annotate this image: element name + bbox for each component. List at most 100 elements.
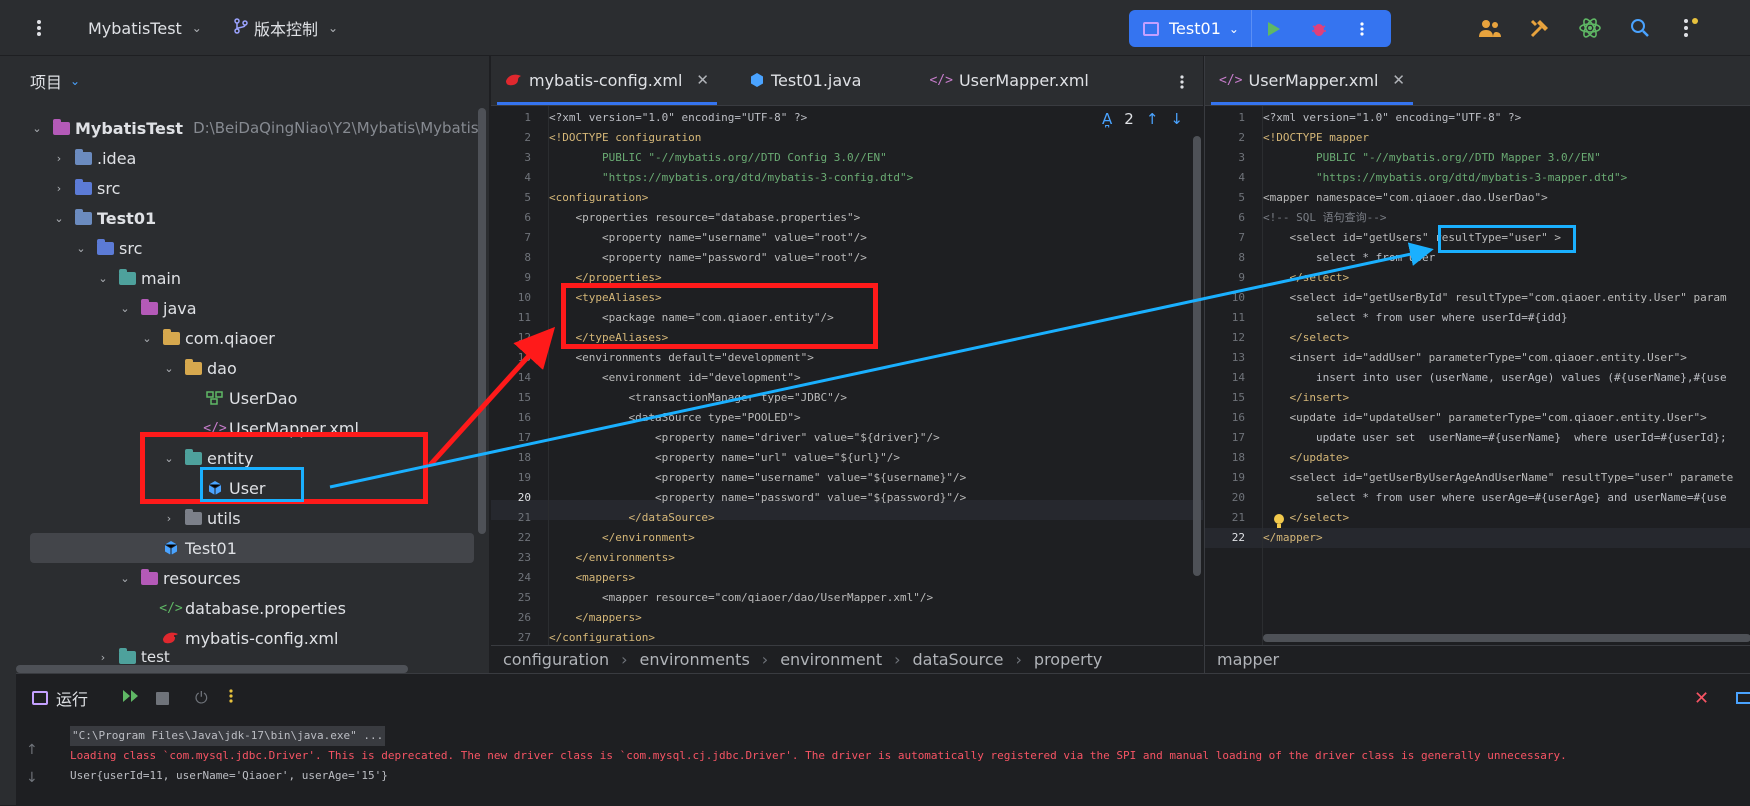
close-icon[interactable]: ✕	[1392, 71, 1405, 89]
line-number: 16	[1231, 411, 1245, 424]
tree-item-label: MybatisTest	[75, 118, 184, 138]
debug-button[interactable]	[1297, 10, 1342, 47]
plug-icon[interactable]: ⏻	[195, 688, 208, 708]
project-view-selector[interactable]: 项目 ⌄	[30, 66, 80, 96]
line-number: 2	[524, 131, 531, 144]
tab-mybatis-config[interactable]: mybatis-config.xml ✕	[491, 55, 723, 105]
code-line: <!DOCTYPE mapper	[1263, 131, 1369, 144]
tree-item-src[interactable]: › src	[52, 173, 120, 203]
line-number: 24	[517, 571, 531, 584]
code-line: </dataSource>	[549, 511, 715, 524]
tree-item-idea[interactable]: › .idea	[52, 143, 136, 173]
breadcrumb-item[interactable]: configuration	[503, 650, 609, 669]
tree-item-label: dao	[207, 358, 237, 378]
arrow-up-icon[interactable]: ↑	[1146, 110, 1159, 128]
rerun-icon[interactable]	[122, 689, 140, 707]
editor-right[interactable]: 1 2 3 4 5 6 7 8 9 10 11 12 13 14 15 16 1…	[1204, 106, 1750, 645]
main-menu-icon[interactable]	[34, 0, 44, 56]
class-icon	[162, 539, 180, 557]
breadcrumb-item[interactable]: mapper	[1217, 650, 1279, 669]
tree-item-main[interactable]: ⌄ main	[96, 263, 181, 293]
arrow-down-icon[interactable]: ↓	[1170, 110, 1183, 128]
chevron-down-icon: ⌄	[142, 331, 152, 345]
breadcrumb-item[interactable]: environments	[640, 650, 750, 669]
interface-icon	[206, 389, 224, 407]
chevron-right-icon: ›	[761, 650, 769, 669]
annotation-box-user	[200, 467, 304, 502]
tools-icon[interactable]	[1526, 14, 1554, 42]
properties-file-icon: </>	[159, 600, 183, 616]
stop-icon[interactable]	[156, 691, 170, 705]
tab-usermapper-xml[interactable]: </> UserMapper.xml	[915, 55, 1102, 105]
line-number: 9	[524, 271, 531, 284]
chevron-right-icon: ›	[1015, 650, 1022, 669]
breadcrumb-item[interactable]: property	[1034, 650, 1103, 669]
module-icon	[74, 208, 92, 227]
tab-test01-java[interactable]: Test01.java	[735, 55, 875, 105]
project-switcher[interactable]: MybatisTest ⌄	[88, 0, 202, 56]
atom-icon[interactable]	[1576, 14, 1604, 42]
editor-tabs-right: </> UserMapper.xml ✕	[1204, 56, 1750, 106]
tool-window-stripe	[0, 56, 16, 805]
tree-item-java[interactable]: ⌄ java	[118, 293, 197, 323]
code-area[interactable]: <?xml version="1.0" encoding="UTF-8" ?> …	[1263, 108, 1750, 645]
breadcrumb-item[interactable]: dataSource	[913, 650, 1004, 669]
horizontal-scrollbar[interactable]	[1263, 634, 1750, 642]
run-toolbar: 运行 ⏻ ✕	[16, 674, 1750, 722]
line-number: 2	[1238, 131, 1245, 144]
close-icon[interactable]: ✕	[696, 71, 709, 89]
line-number: 22	[517, 531, 531, 544]
tree-item-package-utils[interactable]: › utils	[162, 503, 241, 533]
more-vertical-icon[interactable]	[228, 688, 234, 708]
line-number: 14	[1231, 371, 1245, 384]
chevron-down-icon: ⌄	[70, 74, 81, 88]
close-icon[interactable]: ✕	[1694, 688, 1709, 709]
tree-item-database-properties[interactable]: </> database.properties	[159, 593, 346, 623]
branch-icon	[234, 18, 248, 38]
tab-usermapper-xml[interactable]: </> UserMapper.xml ✕	[1205, 55, 1419, 105]
line-number: 27	[517, 631, 531, 644]
run-more-button[interactable]	[1342, 10, 1382, 47]
more-vertical-icon[interactable]	[1179, 74, 1185, 94]
tree-item-resources[interactable]: ⌄ resources	[118, 563, 241, 593]
tree-item-test01-module[interactable]: ⌄ Test01	[52, 203, 156, 233]
line-number: 4	[1238, 171, 1245, 184]
breadcrumb-item[interactable]: environment	[780, 650, 882, 669]
console-output[interactable]: "C:\Program Files\Java\jdk-17\bin\java.e…	[16, 722, 1750, 806]
vertical-scrollbar[interactable]	[1193, 136, 1201, 576]
code-line: <?xml version="1.0" encoding="UTF-8" ?>	[1263, 111, 1522, 124]
line-number: 14	[517, 371, 531, 384]
line-number: 9	[1238, 271, 1245, 284]
tree-item-test01-class[interactable]: Test01	[162, 533, 237, 563]
tree-item-project-root[interactable]: ⌄ MybatisTest D:\BeiDaQingNiao\Y2\Mybati…	[30, 113, 479, 143]
lightbulb-icon[interactable]	[1271, 512, 1287, 534]
run-config-selector[interactable]: Test01 ⌄	[1129, 10, 1252, 47]
source-folder-icon	[74, 178, 92, 197]
line-number: 12	[1231, 331, 1245, 344]
code-line: update user set userName=#{userName} whe…	[1263, 431, 1727, 444]
horizontal-scrollbar[interactable]	[16, 665, 408, 673]
line-number: 19	[1231, 471, 1245, 484]
code-area[interactable]: <?xml version="1.0" encoding="UTF-8" ?> …	[549, 108, 1189, 645]
search-icon[interactable]	[1626, 14, 1654, 42]
layout-icon[interactable]	[1736, 692, 1750, 704]
editor-left[interactable]: 1 2 3 4 5 6 7 8 9 10 11 12 13 14 15 16 1…	[491, 106, 1203, 645]
code-with-me-icon[interactable]	[1476, 14, 1504, 42]
tree-item-src[interactable]: ⌄ src	[74, 233, 142, 263]
breadcrumb: configuration › environments › environme…	[491, 645, 1203, 673]
chevron-down-icon: ⌄	[191, 21, 202, 35]
code-line: <environments default="development">	[549, 351, 814, 364]
tree-item-package-qiaoer[interactable]: ⌄ com.qiaoer	[140, 323, 275, 353]
project-name: MybatisTest	[88, 18, 182, 38]
tree-item-mybatis-config[interactable]: mybatis-config.xml	[162, 623, 338, 653]
more-actions-icon[interactable]	[1676, 14, 1704, 42]
code-line: <select id="getUserByUserAgeAndUserName"…	[1263, 471, 1734, 484]
more-vertical-icon	[1360, 21, 1364, 36]
tree-item-package-dao[interactable]: ⌄ dao	[162, 353, 237, 383]
line-number: 1	[1238, 111, 1245, 124]
vertical-scrollbar[interactable]	[478, 108, 486, 534]
vcs-menu[interactable]: 版本控制 ⌄	[234, 0, 338, 56]
inspection-widget[interactable]: A̪ 2 ↑ ↓	[1098, 110, 1187, 128]
tree-item-userdao[interactable]: UserDao	[206, 383, 297, 413]
run-button[interactable]	[1252, 10, 1297, 47]
